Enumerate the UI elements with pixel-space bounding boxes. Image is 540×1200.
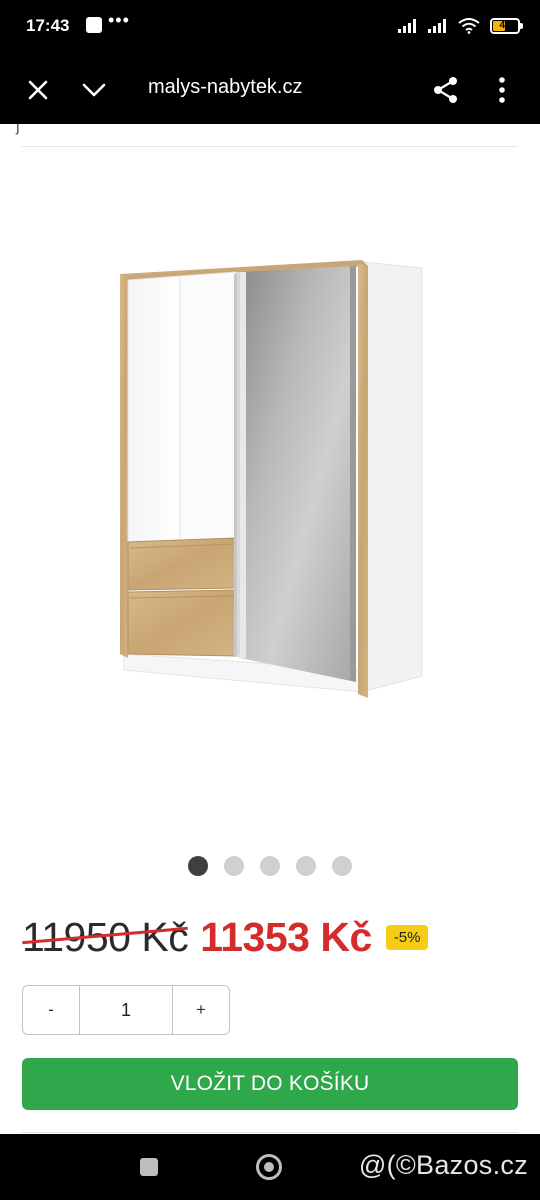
decrease-quantity-button[interactable]: - <box>23 986 79 1034</box>
add-to-cart-button[interactable]: VLOŽIT DO KOŠÍKU <box>22 1058 518 1110</box>
watermark-text: @(©Bazos.cz <box>358 1150 528 1180</box>
notification-app-icon <box>86 17 102 33</box>
more-notifications-icon: ••• <box>108 10 130 30</box>
system-nav-bar: @(©Bazos.cz <box>0 1134 540 1200</box>
discount-badge: -5% <box>385 924 429 950</box>
quantity-stepper: - 1 + <box>22 985 230 1035</box>
carousel-dot[interactable] <box>332 856 352 876</box>
carousel-dot[interactable] <box>188 856 208 876</box>
carousel-dot[interactable] <box>260 856 280 876</box>
status-time: 17:43 <box>26 16 70 35</box>
home-icon[interactable] <box>256 1154 282 1180</box>
wifi-icon <box>458 18 480 34</box>
clipped-text-fragment: j <box>16 124 20 135</box>
quantity-input[interactable]: 1 <box>79 986 173 1034</box>
signal-icon-2 <box>428 19 446 33</box>
recent-apps-icon[interactable] <box>140 1158 158 1176</box>
chevron-down-icon[interactable] <box>76 72 112 108</box>
url-text[interactable]: malys-nabytek.cz <box>148 76 303 99</box>
browser-toolbar: malys-nabytek.cz <box>0 56 540 124</box>
carousel-dot[interactable] <box>224 856 244 876</box>
increase-quantity-button[interactable]: + <box>173 986 229 1034</box>
image-carousel-dots <box>0 856 540 876</box>
old-price: 11950 Kč <box>22 914 189 961</box>
divider-bottom <box>22 1132 518 1133</box>
battery-nub <box>520 23 523 29</box>
page-content: j 11353 Kč -5% - 1 + VLOŽIT DO KOŠÍKU <box>0 124 540 1134</box>
price-row: 11950 Kč 11353 Kč -5% <box>22 912 429 962</box>
battery-level: 48 <box>499 20 511 31</box>
divider <box>22 146 518 147</box>
close-icon[interactable] <box>20 72 56 108</box>
battery-icon: 48 <box>490 18 523 34</box>
status-icons: 48 <box>398 14 523 38</box>
more-vert-icon[interactable] <box>484 72 520 108</box>
new-price: 11353 Kč <box>200 913 372 960</box>
signal-icon <box>398 19 416 33</box>
share-icon[interactable] <box>428 72 464 108</box>
status-bar: 17:43 ••• 48 <box>0 0 540 56</box>
product-image[interactable] <box>100 252 440 852</box>
home-icon-center <box>264 1162 274 1172</box>
carousel-dot[interactable] <box>296 856 316 876</box>
